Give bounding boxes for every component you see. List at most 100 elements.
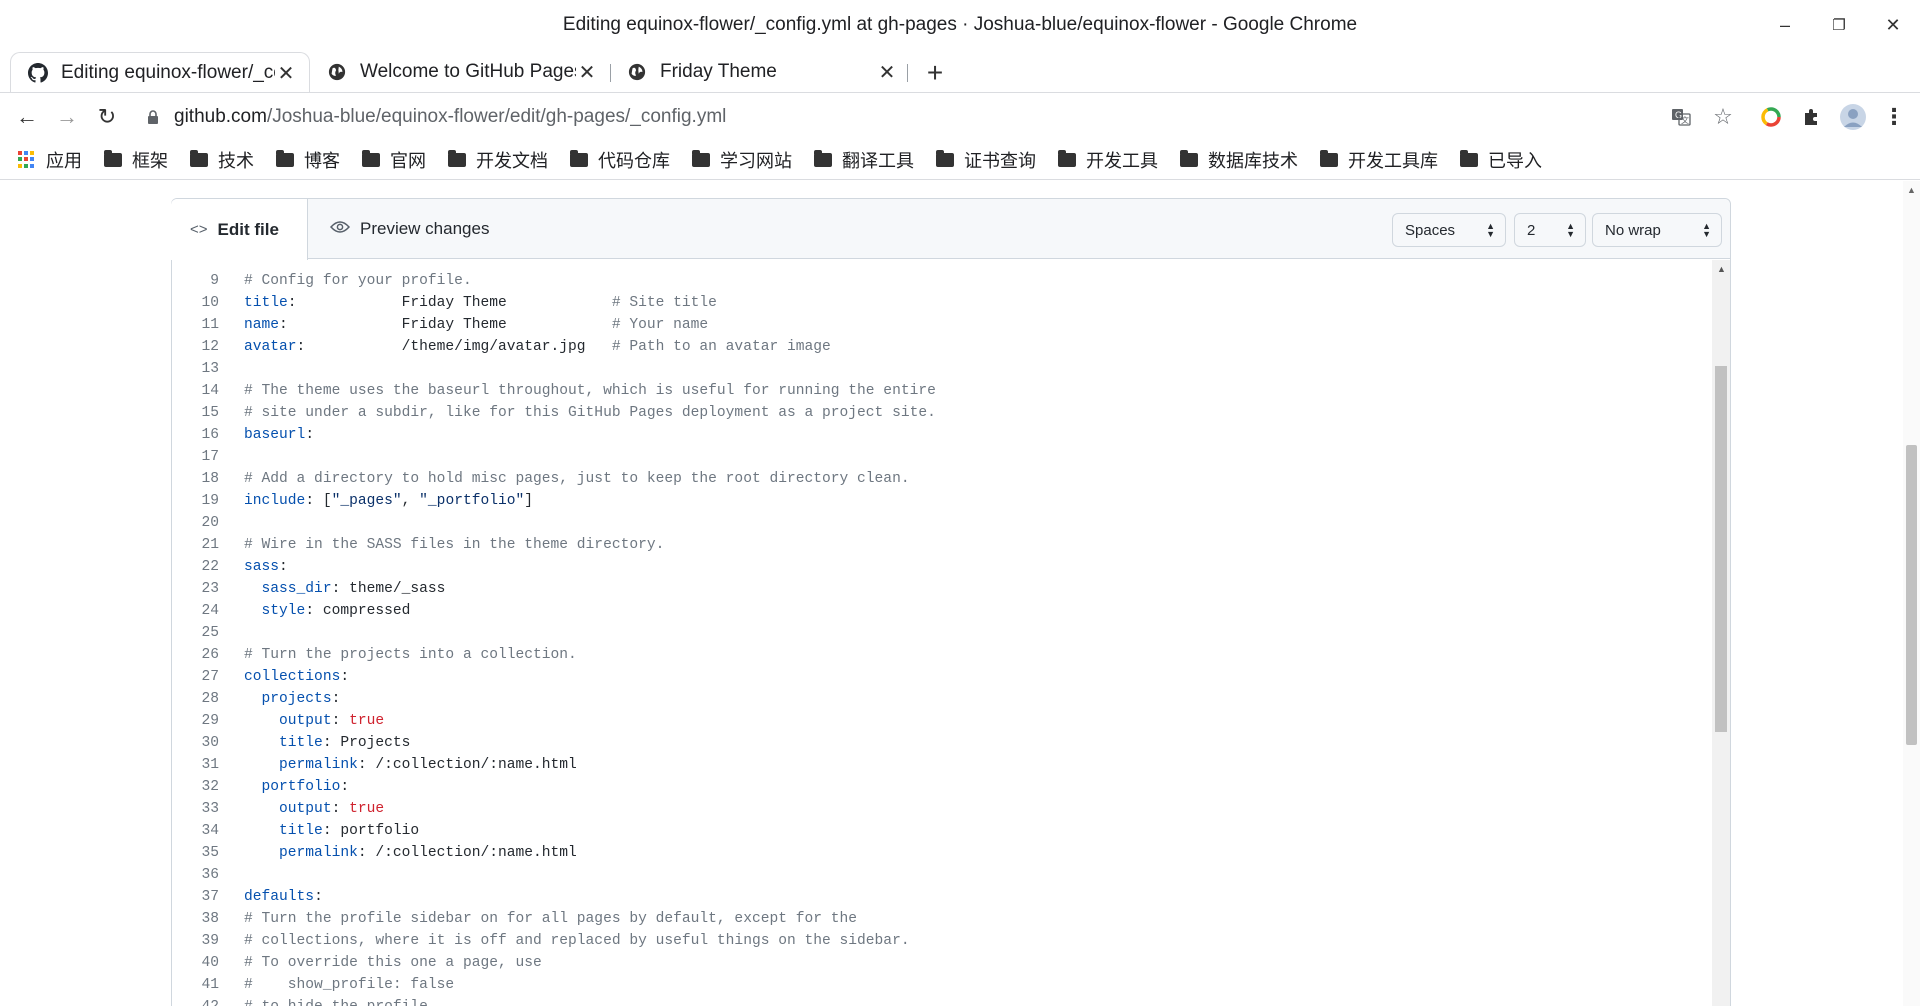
code-line[interactable]: 32 portfolio: xyxy=(172,776,1710,798)
translate-icon[interactable]: G文 xyxy=(1666,102,1696,132)
code-line[interactable]: 28 projects: xyxy=(172,688,1710,710)
bookmark-star-icon[interactable]: ☆ xyxy=(1708,102,1738,132)
bookmark-folder[interactable]: 证书查询 xyxy=(936,147,1036,173)
bookmark-folder[interactable]: 翻译工具 xyxy=(814,147,914,173)
code-line[interactable]: 27 collections: xyxy=(172,666,1710,688)
tab-edit-file[interactable]: <> Edit file xyxy=(171,199,308,260)
window-titlebar: Editing equinox-flower/_config.yml at gh… xyxy=(0,0,1920,52)
scroll-up-arrow-icon[interactable]: ▲ xyxy=(1717,264,1726,274)
close-window-button[interactable]: ✕ xyxy=(1866,0,1920,50)
tab-friday-theme[interactable]: Friday Theme ✕ xyxy=(610,52,910,92)
bookmark-folder[interactable]: 已导入 xyxy=(1460,147,1542,173)
code-line[interactable]: 18 # Add a directory to hold misc pages, … xyxy=(172,468,1710,490)
code-line[interactable]: 12 avatar: /theme/img/avatar.jpg # Path t… xyxy=(172,336,1710,358)
code-line[interactable]: 13 xyxy=(172,358,1710,380)
code-line[interactable]: 34 title: portfolio xyxy=(172,820,1710,842)
code-line[interactable]: 31 permalink: /:collection/:name.html xyxy=(172,754,1710,776)
code-line[interactable]: 26 # Turn the projects into a collection. xyxy=(172,644,1710,666)
folder-icon xyxy=(104,149,122,167)
code-line[interactable]: 19 include: ["_pages", "_portfolio"] xyxy=(172,490,1710,512)
tab-close-icon[interactable]: ✕ xyxy=(576,60,598,85)
code-line[interactable]: 11 name: Friday Theme # Your name xyxy=(172,314,1710,336)
wrap-mode-select[interactable]: No wrap ▲ ▼ xyxy=(1592,213,1722,247)
window-controls: – ❐ ✕ xyxy=(1758,0,1920,52)
url-host: github.com xyxy=(174,106,267,127)
code-line[interactable]: 33 output: true xyxy=(172,798,1710,820)
tab-editing-config[interactable]: Editing equinox-flower/_config.yml ✕ xyxy=(10,52,310,93)
reload-button[interactable]: ↻ xyxy=(91,101,123,133)
code-line[interactable]: 21 # Wire in the SASS files in the theme … xyxy=(172,534,1710,556)
code-token: # Turn the profile sidebar on for all pa… xyxy=(244,911,858,927)
bookmark-folder[interactable]: 官网 xyxy=(362,147,426,173)
code-token: : xyxy=(279,559,288,575)
code-line[interactable]: 17 xyxy=(172,446,1710,468)
chrome-menu-icon[interactable]: ⋮ xyxy=(1879,102,1909,132)
forward-button[interactable]: → xyxy=(51,101,83,133)
avatar[interactable] xyxy=(1838,102,1868,132)
bookmark-folder[interactable]: 框架 xyxy=(104,147,168,173)
code-line[interactable]: 37 defaults: xyxy=(172,886,1710,908)
code-line[interactable]: 24 style: compressed xyxy=(172,600,1710,622)
code-scrollbar-thumb[interactable] xyxy=(1715,366,1727,732)
code-token: avatar xyxy=(244,339,297,355)
indent-size-select[interactable]: 2 ▲ ▼ xyxy=(1514,213,1586,247)
code-line[interactable]: 9 # Config for your profile. xyxy=(172,270,1710,292)
extension-ring-icon[interactable] xyxy=(1756,102,1786,132)
preview-changes-label: Preview changes xyxy=(360,219,490,238)
address-bar[interactable]: github.com/Joshua-blue/equinox-flower/ed… xyxy=(146,99,1656,135)
bookmark-folder[interactable]: 学习网站 xyxy=(692,147,792,173)
line-number: 30 xyxy=(201,735,219,751)
tab-welcome-github-pages[interactable]: Welcome to GitHub Pages ✕ xyxy=(310,52,610,92)
minimize-button[interactable]: – xyxy=(1758,0,1812,50)
code-line[interactable]: 14 # The theme uses the baseurl throughou… xyxy=(172,380,1710,402)
code-line[interactable]: 36 xyxy=(172,864,1710,886)
code-line[interactable]: 20 xyxy=(172,512,1710,534)
code-token: name xyxy=(244,317,280,333)
code-line[interactable]: 10 title: Friday Theme # Site title xyxy=(172,292,1710,314)
scroll-up-arrow-icon[interactable]: ▲ xyxy=(1907,185,1916,195)
restore-button[interactable]: ❐ xyxy=(1812,0,1866,50)
line-number: 42 xyxy=(172,996,219,1006)
code-line[interactable]: 38 # Turn the profile sidebar on for all … xyxy=(172,908,1710,930)
code-token: : portfolio xyxy=(322,823,420,839)
code-token: # Wire in the SASS files in the theme di… xyxy=(244,537,665,553)
bookmark-folder[interactable]: 技术 xyxy=(190,147,254,173)
code-line[interactable]: 40 # To override this one a page, use xyxy=(172,952,1710,974)
code-text: style: compressed xyxy=(244,600,411,622)
code-line[interactable]: 39 # collections, where it is off and rep… xyxy=(172,930,1710,952)
code-line[interactable]: 16 baseurl: xyxy=(172,424,1710,446)
code-line[interactable]: 23 sass_dir: theme/_sass xyxy=(172,578,1710,600)
tab-preview-changes[interactable]: Preview changes xyxy=(329,199,490,259)
tab-close-icon[interactable]: ✕ xyxy=(876,60,898,85)
code-line[interactable]: 15 # site under a subdir, like for this G… xyxy=(172,402,1710,424)
bookmark-folder[interactable]: 开发工具库 xyxy=(1320,147,1438,173)
line-number: 26 xyxy=(201,647,219,663)
code-line[interactable]: 25 xyxy=(172,622,1710,644)
code-line[interactable]: 22 sass: xyxy=(172,556,1710,578)
code-token: true xyxy=(349,713,385,729)
code-line[interactable]: 29 output: true xyxy=(172,710,1710,732)
code-line[interactable]: 42 # to hide the profile xyxy=(172,996,1710,1006)
bookmark-folder[interactable]: 开发文档 xyxy=(448,147,548,173)
bookmark-folder[interactable]: 数据库技术 xyxy=(1180,147,1298,173)
code-scrollbar[interactable]: ▲ xyxy=(1712,260,1730,1006)
code-token: # Site title xyxy=(611,295,717,311)
extensions-puzzle-icon[interactable] xyxy=(1797,102,1827,132)
bookmark-folder[interactable]: 代码仓库 xyxy=(570,147,670,173)
indent-mode-select[interactable]: Spaces ▲ ▼ xyxy=(1392,213,1506,247)
code-line[interactable]: 41 # show_profile: false xyxy=(172,974,1710,996)
bookmark-folder[interactable]: 博客 xyxy=(276,147,340,173)
code-editor[interactable]: 9 # Config for your profile. 10 title: Frid… xyxy=(172,260,1710,1006)
bookmark-apps[interactable]: 应用 xyxy=(18,147,82,173)
new-tab-button[interactable]: + xyxy=(918,56,952,90)
page-scrollbar[interactable]: ▲ xyxy=(1903,181,1920,1006)
back-button[interactable]: ← xyxy=(11,101,43,133)
tab-close-icon[interactable]: ✕ xyxy=(275,61,297,86)
code-token: output xyxy=(279,713,332,729)
code-line[interactable]: 35 permalink: /:collection/:name.html xyxy=(172,842,1710,864)
tab-label: Friday Theme xyxy=(660,61,777,82)
code-line[interactable]: 30 title: Projects xyxy=(172,732,1710,754)
page-scrollbar-thumb[interactable] xyxy=(1906,445,1917,745)
bookmark-folder[interactable]: 开发工具 xyxy=(1058,147,1158,173)
